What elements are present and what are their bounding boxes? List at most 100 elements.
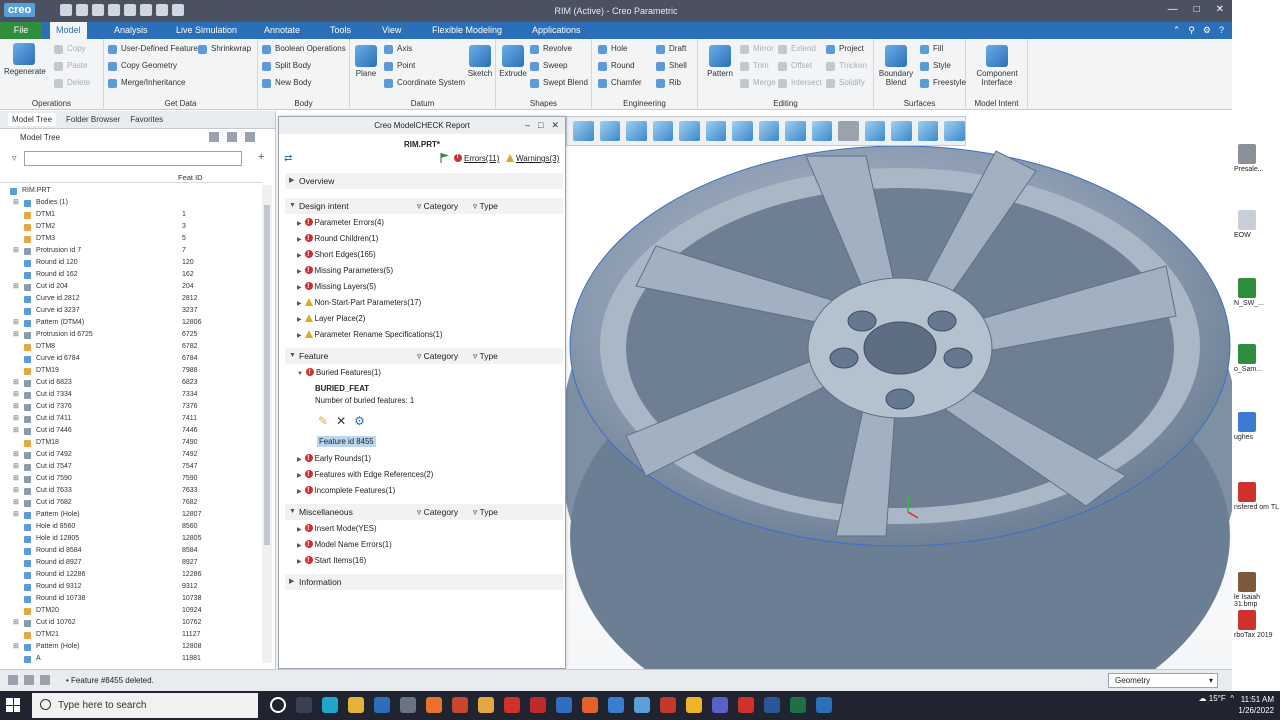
saved-orientations-icon[interactable] (705, 121, 727, 141)
display-style-icon[interactable] (679, 121, 700, 141)
spin-center-icon[interactable] (864, 121, 886, 141)
repaint-icon[interactable] (652, 121, 674, 141)
desktop-icon[interactable]: ughes (1232, 412, 1280, 441)
swept-blend-button[interactable]: Swept Blend (530, 77, 588, 89)
annotation-display-icon[interactable] (838, 121, 859, 141)
acrobat-icon[interactable] (530, 697, 546, 713)
command-search-icon[interactable]: ⚲ (1188, 25, 1195, 36)
fullscreen-icon[interactable] (40, 675, 50, 685)
tree-row[interactable]: ⊞ Cut id 7446 7446 (0, 425, 262, 437)
minimize-button[interactable]: — (1168, 4, 1178, 15)
desktop-icon[interactable]: le Isaiah 31.bmp (1232, 572, 1280, 608)
chamfer-button[interactable]: Chamfer (598, 77, 642, 89)
tree-row[interactable]: Round id 162 162 (0, 269, 262, 281)
tab-flexible-modeling[interactable]: Flexible Modeling (426, 22, 508, 39)
app-icon[interactable] (686, 697, 702, 713)
tree-row[interactable]: ⊞ Pattern (Hole) 12808 (0, 641, 262, 653)
teams-icon[interactable] (712, 697, 728, 713)
expand-icon[interactable]: ⊞ (13, 389, 19, 401)
view-manager-icon[interactable] (732, 121, 753, 141)
tab-tools[interactable]: Tools (324, 22, 357, 39)
tree-row[interactable]: ⊞ Cut id 7547 7547 (0, 461, 262, 473)
copy-button[interactable]: Copy (54, 43, 86, 55)
tab-file[interactable]: File (0, 22, 42, 39)
store-icon[interactable] (400, 697, 416, 713)
tree-row[interactable]: ⊞ Cut id 7376 7376 (0, 401, 262, 413)
type-filter[interactable]: ▿ Type (473, 348, 498, 364)
type-filter[interactable]: ▿ Type (473, 198, 498, 214)
type-filter[interactable]: ▿ Type (473, 504, 498, 520)
overview-section[interactable]: ▶ Overview (285, 173, 563, 189)
tree-row[interactable]: ⊞ Cut id 10762 10762 (0, 617, 262, 629)
tree-row[interactable]: Curve id 3237 3237 (0, 305, 262, 317)
tree-row[interactable]: ⊞ Bodies (1) (0, 197, 262, 209)
tab-analysis[interactable]: Analysis (108, 22, 154, 39)
tab-view[interactable]: View (376, 22, 407, 39)
tab-favorites[interactable]: Favorites (130, 115, 163, 124)
editing-label[interactable]: Editing (698, 99, 873, 108)
perspective-icon[interactable] (758, 121, 780, 141)
tree-row[interactable]: DTM1 1 (0, 209, 262, 221)
outlook-icon[interactable] (556, 697, 572, 713)
category-filter[interactable]: ▿ Category (417, 504, 458, 520)
regenerate-button[interactable]: Regenerate (4, 43, 46, 76)
check-item[interactable]: ▶ Non-Start-Part Parameters(17) (297, 297, 421, 309)
selection-filter-select[interactable]: Geometry ▾ (1108, 673, 1218, 688)
pause-icon[interactable] (917, 121, 939, 141)
model-intent-label[interactable]: Model Intent (966, 99, 1027, 108)
check-item[interactable]: ▶ Short Edges(165) (297, 249, 376, 261)
desktop-icon[interactable]: N_SW_... (1232, 278, 1280, 307)
boundary-blend-button[interactable]: Boundary Blend (876, 45, 916, 87)
extrude-button[interactable]: Extrude (498, 45, 528, 78)
tree-row[interactable]: Round id 9312 9312 (0, 581, 262, 593)
filter-icon[interactable]: ▿ (12, 153, 17, 164)
tree-row[interactable]: ⊞ Cut id 7334 7334 (0, 389, 262, 401)
style-button[interactable]: Style (920, 60, 951, 72)
expand-icon[interactable]: ⊞ (13, 641, 19, 653)
udf-button[interactable]: User-Defined Feature (108, 43, 198, 55)
buried-features-item[interactable]: ▼Buried Features(1) (297, 367, 381, 379)
expand-icon[interactable]: ⊞ (13, 281, 19, 293)
firefox-icon[interactable] (426, 697, 442, 713)
mirror-button[interactable]: Mirror (740, 43, 774, 55)
tree-row[interactable]: DTM19 7988 (0, 365, 262, 377)
expand-icon[interactable]: ⊞ (13, 377, 19, 389)
tree-row[interactable]: DTM20 10924 (0, 605, 262, 617)
show-icon[interactable] (245, 132, 255, 142)
highlight-icon[interactable]: ✎ (318, 414, 328, 428)
axis-button[interactable]: Axis (384, 43, 412, 55)
tree-row[interactable]: Curve id 6784 6784 (0, 353, 262, 365)
design-intent-section[interactable]: ▼ Design intent ▿ Category ▿ Type (285, 198, 563, 214)
round-button[interactable]: Round (598, 60, 635, 72)
clock-date[interactable]: 1/26/2022 (1238, 705, 1274, 716)
excel-icon[interactable] (790, 697, 806, 713)
check-item[interactable]: ▶ Insert Mode(YES) (297, 523, 377, 535)
tree-row[interactable]: DTM3 5 (0, 233, 262, 245)
check-item[interactable]: ▶ Parameter Errors(4) (297, 217, 384, 229)
freestyle-button[interactable]: Freestyle (920, 77, 966, 89)
shapes-label[interactable]: Shapes (496, 99, 591, 108)
tree-row[interactable]: A 11881 (0, 653, 262, 665)
tree-row[interactable]: Curve id 2812 2812 (0, 293, 262, 305)
trim-button[interactable]: Trim (740, 60, 769, 72)
tab-applications[interactable]: Applications (526, 22, 587, 39)
appearance-icon[interactable] (891, 121, 912, 141)
bookmark-icon[interactable] (944, 121, 965, 141)
maximize-button[interactable]: □ (1194, 4, 1200, 15)
merge-inheritance-button[interactable]: Merge/Inheritance (108, 77, 185, 89)
desktop-icon[interactable]: nsfered om TL (1232, 482, 1280, 511)
brave-icon[interactable] (582, 697, 598, 713)
help-icon[interactable]: ? (1219, 25, 1224, 36)
miscellaneous-section[interactable]: ▼ Miscellaneous ▿ Category ▿ Type (285, 504, 563, 520)
zoom-out-icon[interactable] (626, 121, 647, 141)
section-icon[interactable] (785, 121, 806, 141)
tree-scrollbar[interactable] (262, 185, 272, 663)
errors-link[interactable]: Errors(11) (454, 153, 499, 163)
edge-icon[interactable] (322, 697, 338, 713)
expand-icon[interactable]: ⊞ (13, 509, 19, 521)
expand-icon[interactable]: ⊞ (13, 413, 19, 425)
scroll-thumb[interactable] (264, 205, 270, 545)
tree-row[interactable]: ⊞ Cut id 7411 7411 (0, 413, 262, 425)
check-item[interactable]: ▶ Missing Layers(5) (297, 281, 376, 293)
paste-button[interactable]: Paste (54, 60, 87, 72)
